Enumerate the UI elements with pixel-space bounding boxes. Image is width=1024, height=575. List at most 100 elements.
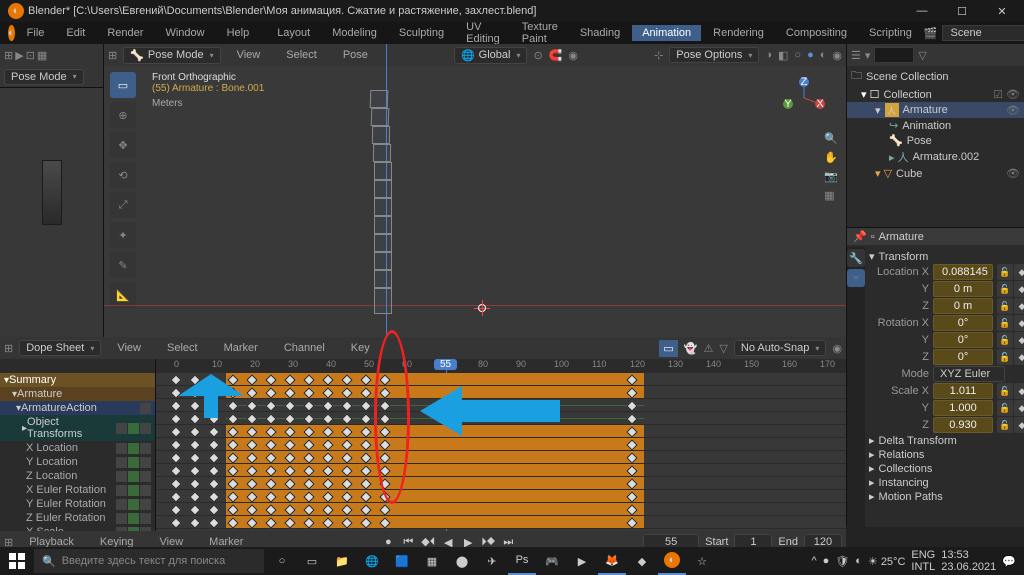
- keyframe[interactable]: [246, 517, 257, 528]
- lock-icon[interactable]: 🔓: [997, 298, 1013, 314]
- selected-only-icon[interactable]: ⚠: [704, 342, 714, 355]
- key-icon[interactable]: ◆: [1014, 281, 1024, 297]
- lock-icon[interactable]: 🔓: [997, 281, 1013, 297]
- keyframe[interactable]: [246, 413, 257, 424]
- keyframe[interactable]: [170, 400, 181, 411]
- keyframe[interactable]: [208, 400, 219, 411]
- keyframe[interactable]: [246, 504, 257, 515]
- keyframe[interactable]: [322, 426, 333, 437]
- ch-btn[interactable]: [116, 499, 127, 510]
- keyframe[interactable]: [379, 478, 390, 489]
- keyframe[interactable]: [626, 491, 637, 502]
- channel-armature[interactable]: ▾ Armature: [0, 387, 155, 401]
- ch-btn[interactable]: [116, 527, 127, 532]
- keyframe[interactable]: [379, 413, 390, 424]
- ws-texpaint[interactable]: Texture Paint: [512, 19, 568, 47]
- editor-type-icon[interactable]: ⊞: [108, 49, 117, 62]
- channel-yrot[interactable]: Y Euler Rotation: [0, 497, 155, 511]
- keyframe[interactable]: [360, 504, 371, 515]
- ch-mute[interactable]: [128, 423, 139, 434]
- keyframe[interactable]: [227, 504, 238, 515]
- shade-solid-icon[interactable]: ●: [807, 49, 814, 61]
- tray-notifications-icon[interactable]: 💬: [1002, 555, 1016, 568]
- move-tool[interactable]: ✥: [110, 132, 136, 158]
- vp-select[interactable]: Select: [276, 47, 327, 63]
- keyframe[interactable]: [360, 400, 371, 411]
- keyframe[interactable]: [284, 413, 295, 424]
- prop-edit-icon[interactable]: ◉: [568, 49, 578, 62]
- keyframe[interactable]: [360, 465, 371, 476]
- ch-btn[interactable]: [140, 471, 151, 482]
- keyframe[interactable]: [284, 374, 295, 385]
- lock-icon[interactable]: 🔓: [997, 400, 1013, 416]
- ch-btn[interactable]: [140, 443, 151, 454]
- keyframe[interactable]: [208, 478, 219, 489]
- keyframe[interactable]: [246, 400, 257, 411]
- relations-header[interactable]: ▸ Relations: [869, 448, 1024, 461]
- keyframe[interactable]: [303, 413, 314, 424]
- keyframe[interactable]: [265, 517, 276, 528]
- ch-btn[interactable]: [140, 527, 151, 532]
- keyframe[interactable]: [322, 439, 333, 450]
- close-button[interactable]: ✕: [988, 5, 1016, 18]
- keyframe[interactable]: [322, 491, 333, 502]
- prop-edit-icon[interactable]: ◉: [832, 342, 842, 355]
- outliner-animation[interactable]: ↪ Animation: [847, 118, 1024, 133]
- keyframe[interactable]: [189, 439, 200, 450]
- keyframe[interactable]: [284, 387, 295, 398]
- keyframe[interactable]: [322, 478, 333, 489]
- keyframe[interactable]: [303, 426, 314, 437]
- keyframe[interactable]: [284, 465, 295, 476]
- keyframe[interactable]: [322, 374, 333, 385]
- channel-yloc[interactable]: Y Location: [0, 455, 155, 469]
- keyframe[interactable]: [246, 478, 257, 489]
- ch-btn[interactable]: [116, 457, 127, 468]
- keyframe[interactable]: [379, 439, 390, 450]
- pivot-icon[interactable]: ⊙: [533, 49, 542, 62]
- keyframe[interactable]: [208, 504, 219, 515]
- key-icon[interactable]: ◆: [1014, 349, 1024, 365]
- keyframe[interactable]: [246, 426, 257, 437]
- ds-select[interactable]: Select: [157, 340, 208, 356]
- playhead-tag[interactable]: 55: [434, 359, 457, 370]
- track-row[interactable]: [156, 503, 846, 516]
- keyframe[interactable]: [341, 465, 352, 476]
- keyframe[interactable]: [208, 413, 219, 424]
- task-blender-icon[interactable]: ◐: [658, 547, 686, 575]
- keyframe[interactable]: [322, 413, 333, 424]
- keyframe[interactable]: [360, 517, 371, 528]
- pan-icon[interactable]: ✋: [824, 151, 838, 164]
- keyframe[interactable]: [303, 400, 314, 411]
- bone-chain[interactable]: [374, 90, 392, 314]
- keyframe[interactable]: [360, 413, 371, 424]
- vp-pose[interactable]: Pose: [333, 47, 378, 63]
- mode-dropdown-left[interactable]: Pose Mode: [4, 69, 84, 85]
- keyframe[interactable]: [626, 465, 637, 476]
- ch-wrench[interactable]: [116, 423, 127, 434]
- key-icon[interactable]: ◆: [1014, 383, 1024, 399]
- tab-tool[interactable]: 🔧: [847, 249, 865, 267]
- editor-type-icon[interactable]: ⊞: [4, 49, 13, 62]
- keyframe[interactable]: [227, 517, 238, 528]
- keyframe[interactable]: [265, 465, 276, 476]
- ch-lock[interactable]: [140, 423, 151, 434]
- ch-btn[interactable]: [140, 403, 151, 414]
- keyframe[interactable]: [303, 374, 314, 385]
- lock-icon[interactable]: 🔓: [997, 315, 1013, 331]
- keyframe[interactable]: [322, 504, 333, 515]
- channel-objtransforms[interactable]: ▸ Object Transforms: [0, 415, 155, 441]
- keyframe[interactable]: [246, 465, 257, 476]
- transform-tool[interactable]: ✦: [110, 222, 136, 248]
- keyframe[interactable]: [360, 478, 371, 489]
- overlay-icon[interactable]: ◑: [765, 49, 772, 61]
- editor-type-icon[interactable]: ⊞: [4, 342, 13, 355]
- track-row[interactable]: [156, 516, 846, 529]
- keyframe[interactable]: [227, 452, 238, 463]
- keyframe[interactable]: [189, 374, 200, 385]
- ds-channel[interactable]: Channel: [274, 340, 335, 356]
- ch-btn[interactable]: [116, 443, 127, 454]
- keyframe[interactable]: [360, 452, 371, 463]
- keyframe[interactable]: [626, 413, 637, 424]
- task-photoshop-icon[interactable]: Ps: [508, 547, 536, 575]
- keyframe[interactable]: [208, 517, 219, 528]
